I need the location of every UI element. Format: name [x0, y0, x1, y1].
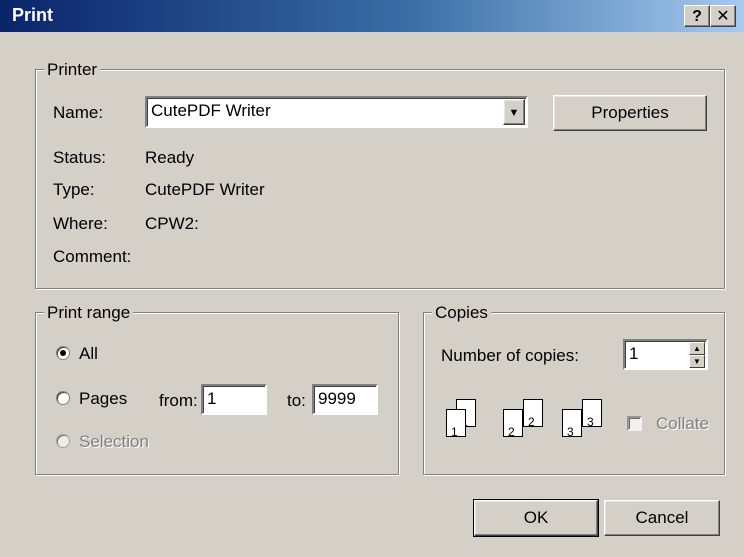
printer-name-select[interactable]: CutePDF Writer ▼: [145, 96, 528, 128]
page-icon: 3: [562, 409, 582, 439]
chevron-down-icon: ▼: [508, 107, 520, 119]
copies-group: [423, 312, 725, 475]
page-icon: 3: [582, 399, 602, 429]
pages-radio[interactable]: [56, 391, 70, 405]
printer-dropdown-button[interactable]: ▼: [503, 99, 525, 125]
properties-button[interactable]: Properties: [553, 95, 707, 131]
selection-radio[interactable]: [56, 434, 70, 448]
collate-illustration-set-1: 1 1: [440, 395, 496, 445]
window-title: Print: [12, 5, 54, 25]
to-label: to:: [287, 391, 306, 410]
name-label: Name:: [53, 103, 104, 122]
page-icon: 2: [503, 409, 523, 439]
collate-illustration-set-2: 2 2: [497, 395, 553, 445]
printer-group-label: Printer: [44, 60, 101, 80]
type-label: Type:: [53, 180, 95, 199]
print-range-group-label: Print range: [44, 303, 134, 323]
to-page-input[interactable]: 9999: [312, 384, 378, 415]
spin-up-button[interactable]: ▲: [689, 342, 705, 355]
close-icon: ✕: [716, 8, 730, 25]
spin-down-button[interactable]: ▼: [689, 355, 705, 368]
page-icon: 1: [446, 409, 466, 439]
close-button[interactable]: ✕: [710, 5, 736, 27]
collate-checkbox[interactable]: [627, 416, 642, 431]
collate-illustration-set-3: 3 3: [556, 395, 612, 445]
number-of-copies-input[interactable]: 1 ▲ ▼: [623, 339, 708, 370]
all-label: All: [79, 344, 98, 363]
ok-button[interactable]: OK: [473, 499, 599, 537]
all-radio[interactable]: [56, 346, 70, 360]
printer-name-value: CutePDF Writer: [151, 101, 271, 120]
help-button[interactable]: ?: [684, 5, 710, 27]
where-value: CPW2:: [145, 214, 199, 233]
pages-label: Pages: [79, 389, 128, 408]
copies-group-label: Copies: [432, 303, 491, 323]
where-label: Where:: [53, 214, 108, 233]
comment-label: Comment:: [53, 247, 132, 266]
status-label: Status:: [53, 148, 106, 167]
number-of-copies-value: 1: [629, 344, 639, 363]
type-value: CutePDF Writer: [145, 180, 265, 199]
title-bar: [0, 0, 744, 32]
up-arrow-icon: ▲: [693, 344, 701, 353]
collate-label: Collate: [656, 414, 709, 433]
number-of-copies-label: Number of copies:: [441, 346, 579, 365]
cancel-button[interactable]: Cancel: [604, 500, 720, 536]
selection-label: Selection: [79, 432, 149, 451]
from-page-input[interactable]: 1: [201, 384, 267, 415]
from-label: from:: [159, 391, 198, 410]
down-arrow-icon: ▼: [693, 357, 701, 366]
status-value: Ready: [145, 148, 195, 167]
page-icon: 2: [523, 399, 543, 429]
